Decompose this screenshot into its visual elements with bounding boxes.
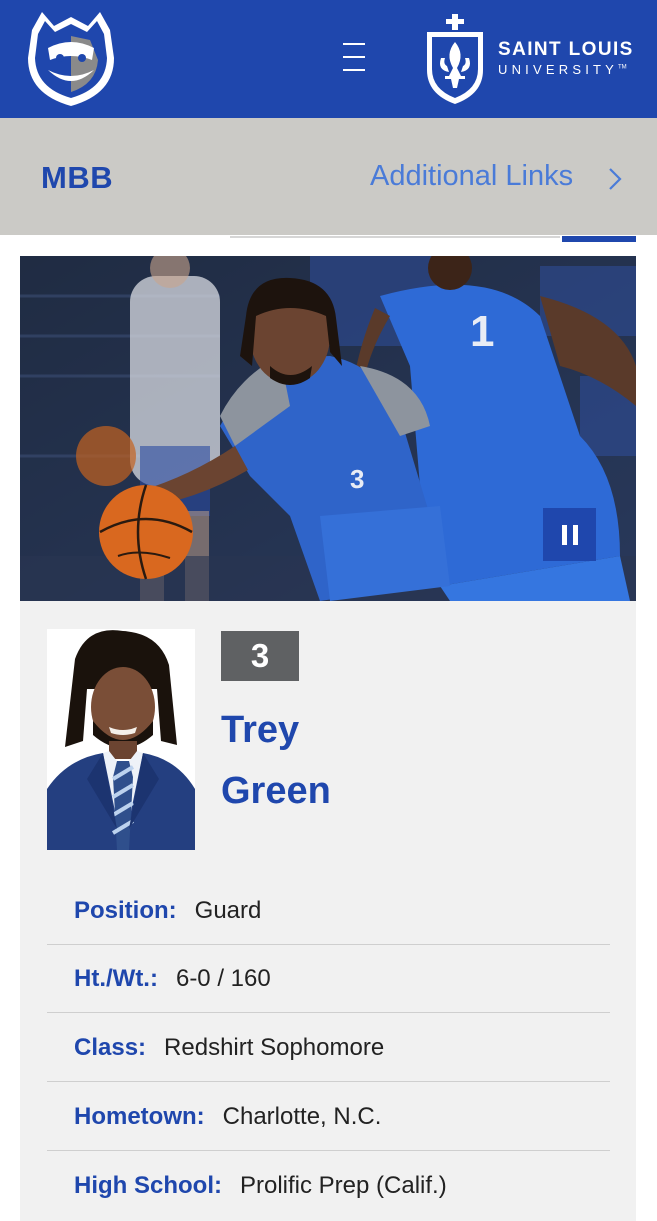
headshot-illustration [47,629,195,850]
bio-label: High School: [74,1172,222,1199]
jersey-number-badge: 3 [221,631,299,681]
player-name: Trey Green [221,700,331,822]
player-headshot [47,629,195,850]
bio-row-class: Class: Redshirt Sophomore [47,1014,610,1082]
bio-value: Guard [194,896,262,924]
fleur-de-lis-shield-icon[interactable] [423,12,487,106]
bio-value: 6-0 / 160 [175,964,271,992]
trademark-mark: TM [618,64,627,71]
chevron-right-icon[interactable] [606,166,624,192]
bio-label: Hometown: [74,1102,205,1130]
billiken-logo[interactable] [18,8,124,110]
additional-links-button[interactable]: Additional Links [370,160,573,193]
player-last-name: Green [221,770,331,812]
bio-label: Position: [74,896,177,924]
bio-label: Ht./Wt.: [74,964,158,992]
wordmark-line-2: UNIVERSITYTM [498,63,634,76]
menu-bar [343,56,365,58]
pause-button[interactable] [543,508,596,561]
sport-title-link[interactable]: MBB [41,160,113,196]
defender-jersey-number: 1 [470,307,494,356]
bio-value: Prolific Prep (Calif.) [239,1172,447,1199]
bio-value: Charlotte, N.C. [222,1102,382,1130]
site-header: SAINT LOUIS UNIVERSITYTM [0,0,657,118]
university-wordmark[interactable]: SAINT LOUIS UNIVERSITYTM [498,40,634,76]
bio-row-position: Position: Guard [47,877,610,945]
player-jersey-number: 3 [350,464,364,494]
bio-value: Redshirt Sophomore [164,1033,385,1061]
bio-row-height-weight: Ht./Wt.: 6-0 / 160 [47,945,610,1013]
menu-bar [343,43,365,45]
bio-label: Class: [74,1033,147,1061]
menu-button[interactable] [334,40,374,74]
bio-row-high-school: High School: Prolific Prep (Calif.) [47,1152,610,1220]
pause-bar [561,524,567,545]
hidden-menu-edge [230,236,560,238]
wordmark-university: UNIVERSITY [498,62,619,77]
menu-bar [343,69,365,71]
bio-row-hometown: Hometown: Charlotte, N.C. [47,1083,610,1151]
wordmark-line-1: SAINT LOUIS [498,39,634,60]
pause-bar [572,524,578,545]
player-first-name: Trey [221,709,300,751]
active-tab-indicator [562,236,636,242]
